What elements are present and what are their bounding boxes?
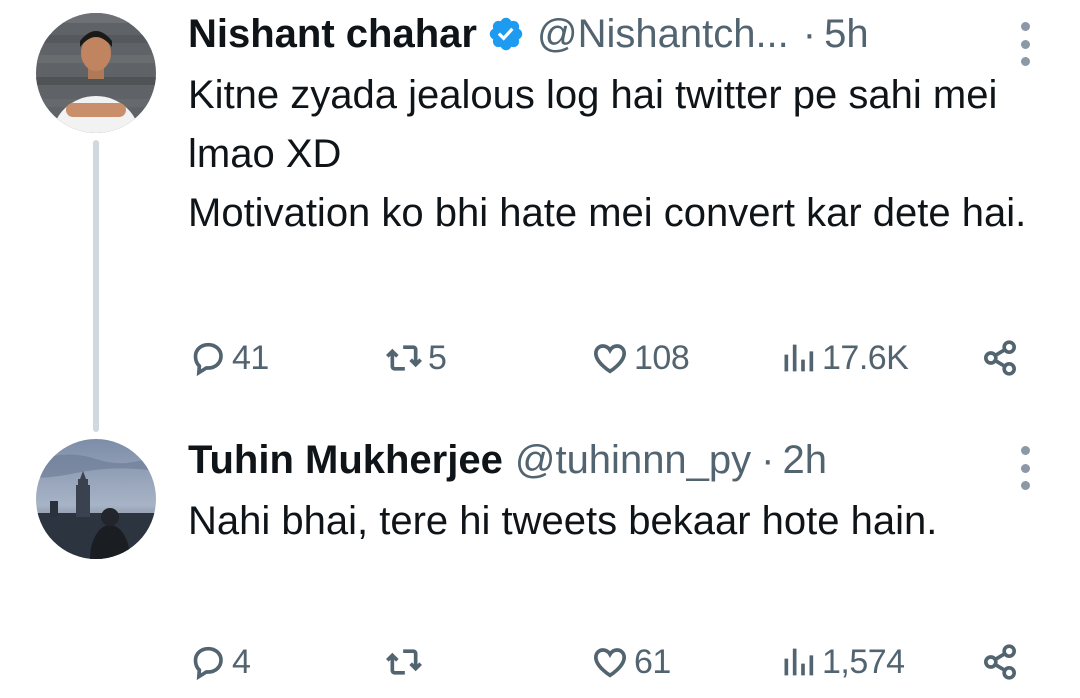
tweet-2-text: Nahi bhai, tere hi tweets bekaar hote ha… bbox=[188, 492, 978, 551]
author-name[interactable]: Nishant chahar bbox=[188, 10, 477, 58]
views-count: 17.6K bbox=[822, 338, 909, 377]
timestamp[interactable]: 5h bbox=[824, 10, 869, 58]
views-count: 1,574 bbox=[822, 642, 905, 681]
reply-button[interactable]: 4 bbox=[188, 638, 251, 686]
verified-badge-icon bbox=[489, 17, 523, 51]
tweet-2-actions: 4 61 1,574 bbox=[0, 638, 1080, 686]
timestamp[interactable]: 2h bbox=[783, 436, 828, 484]
avatar-tuhin[interactable] bbox=[36, 439, 156, 559]
tweet-1-header: Nishant chahar @Nishantch... · 5h bbox=[188, 10, 869, 58]
views-icon bbox=[784, 648, 814, 676]
like-button[interactable]: 108 bbox=[590, 334, 690, 382]
more-icon[interactable] bbox=[1018, 22, 1032, 66]
views-button[interactable]: 17.6K bbox=[778, 334, 909, 382]
like-button[interactable]: 61 bbox=[590, 638, 671, 686]
reply-icon bbox=[193, 646, 223, 681]
avatar-nishant[interactable] bbox=[36, 13, 156, 133]
share-button[interactable] bbox=[980, 638, 1020, 686]
share-icon bbox=[984, 644, 1016, 680]
retweet-button[interactable]: 5 bbox=[384, 334, 447, 382]
reply-icon bbox=[193, 342, 223, 377]
retweet-icon bbox=[386, 345, 422, 371]
tweet-2[interactable]: Tuhin Mukherjee @tuhinnn_py · 2h Nahi bh… bbox=[0, 400, 1080, 698]
retweet-count: 5 bbox=[428, 338, 447, 377]
tweet-line: Motivation ko bhi hate mei convert kar d… bbox=[188, 191, 1027, 235]
like-count: 61 bbox=[634, 642, 671, 681]
tweet-2-header: Tuhin Mukherjee @tuhinnn_py · 2h bbox=[188, 436, 827, 484]
author-name[interactable]: Tuhin Mukherjee bbox=[188, 436, 503, 484]
reply-count: 41 bbox=[232, 338, 269, 377]
separator-dot: · bbox=[802, 12, 817, 56]
thread-line bbox=[93, 140, 99, 432]
reply-button[interactable]: 41 bbox=[188, 334, 269, 382]
tweet-1-actions: 41 5 108 17.6K bbox=[0, 334, 1080, 382]
reply-count: 4 bbox=[232, 642, 251, 681]
share-icon bbox=[984, 340, 1016, 376]
views-button[interactable]: 1,574 bbox=[778, 638, 905, 686]
more-icon[interactable] bbox=[1018, 446, 1032, 490]
share-button[interactable] bbox=[980, 334, 1020, 382]
like-count: 108 bbox=[634, 338, 690, 377]
author-handle[interactable]: @tuhinnn_py bbox=[515, 436, 751, 484]
tweet-1-text: Kitne zyada jealous log hai twitter pe s… bbox=[188, 66, 1048, 243]
tweet-1[interactable]: Nishant chahar @Nishantch... · 5h Kitne … bbox=[0, 0, 1080, 432]
tweet-line: Kitne zyada jealous log hai twitter pe s… bbox=[188, 73, 998, 176]
separator-dot: · bbox=[761, 438, 775, 482]
avatar-photo bbox=[36, 13, 156, 133]
author-handle[interactable]: @Nishantch... bbox=[537, 10, 789, 58]
views-icon bbox=[784, 344, 814, 372]
like-icon bbox=[593, 344, 627, 374]
retweet-button[interactable] bbox=[384, 638, 428, 686]
tweet-line: Nahi bhai, tere hi tweets bekaar hote ha… bbox=[188, 499, 938, 543]
like-icon bbox=[593, 648, 627, 678]
avatar-photo bbox=[36, 439, 156, 559]
retweet-icon bbox=[386, 649, 422, 675]
